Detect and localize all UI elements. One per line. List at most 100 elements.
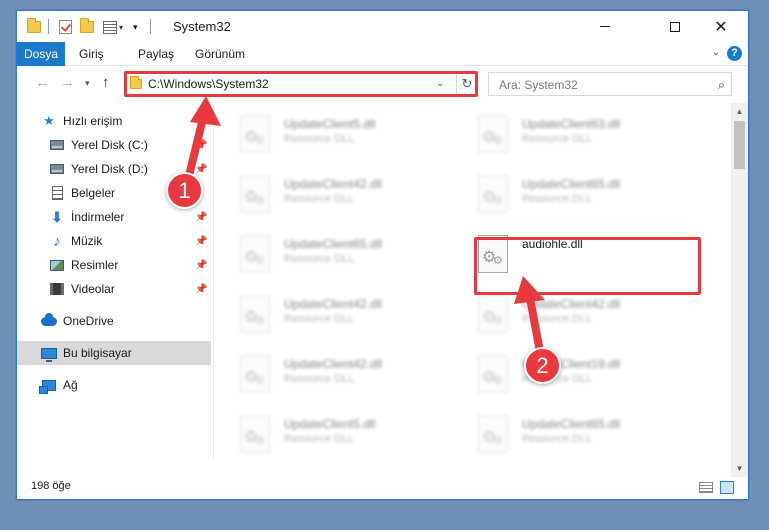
- search-input[interactable]: Ara: System32 ⌕: [488, 72, 732, 96]
- tab-home[interactable]: Giriş: [79, 42, 104, 66]
- videos-icon: [49, 281, 65, 297]
- tab-share[interactable]: Paylaş: [138, 42, 174, 66]
- sidebar-item-onedrive[interactable]: OneDrive: [17, 309, 211, 333]
- sidebar-item-music[interactable]: ♪ Müzik 📌: [17, 229, 211, 253]
- back-arrow-icon[interactable]: ←: [35, 74, 50, 91]
- dll-file-icon: [478, 175, 508, 213]
- file-type: Resource DLL: [284, 193, 355, 205]
- annotation-marker-1: 1: [166, 172, 203, 209]
- window-title: System32: [173, 19, 231, 34]
- sidebar-item-label: OneDrive: [63, 314, 114, 328]
- maximize-button[interactable]: [652, 11, 698, 42]
- file-type: Resource DLL: [522, 193, 593, 205]
- sidebar-item-videos[interactable]: Videolar 📌: [17, 277, 211, 301]
- file-highlight-box: [474, 237, 701, 295]
- sidebar-item-pictures[interactable]: Resimler 📌: [17, 253, 211, 277]
- search-icon[interactable]: ⌕: [718, 77, 725, 93]
- minimize-icon: [600, 26, 610, 27]
- dll-file-icon: [478, 355, 508, 393]
- dll-file-icon: [240, 175, 270, 213]
- pin-icon[interactable]: 📌: [195, 212, 207, 223]
- documents-icon: [49, 185, 65, 201]
- drive-icon: [49, 161, 65, 177]
- tab-file[interactable]: Dosya: [17, 42, 65, 66]
- dll-file-icon: [478, 115, 508, 153]
- file-item[interactable]: UpdateClient5.dll Resource DLL: [214, 409, 436, 459]
- recent-locations-chevron-icon[interactable]: ▾: [85, 78, 90, 89]
- sidebar-item-label: Resimler: [71, 258, 119, 272]
- dll-file-icon: [478, 295, 508, 333]
- sidebar-item-label: İndirmeler: [71, 210, 125, 224]
- pin-icon[interactable]: 📌: [195, 236, 207, 247]
- sidebar-item-quick-access[interactable]: ★ Hızlı erişim: [17, 109, 211, 133]
- star-icon: ★: [43, 113, 55, 128]
- sidebar-item-label: Videolar: [71, 282, 115, 296]
- file-type: Resource DLL: [522, 433, 593, 445]
- up-arrow-icon[interactable]: ↑: [102, 74, 110, 91]
- file-name: UpdateClient42.dll: [522, 297, 621, 311]
- dll-file-icon: [240, 355, 270, 393]
- file-type: Resource DLL: [284, 313, 355, 325]
- ribbon-tabs: Dosya Giriş Paylaş Görünüm ⌄ ?: [17, 42, 748, 66]
- pin-icon[interactable]: 📌: [195, 260, 207, 271]
- dll-file-icon: [240, 235, 270, 273]
- download-icon: ⬇: [51, 208, 63, 225]
- scrollbar-thumb[interactable]: [734, 121, 745, 169]
- network-icon: [39, 377, 57, 394]
- navigation-pane: ★ Hızlı erişim Yerel Disk (C:) 📌 Yerel D…: [17, 103, 213, 459]
- vertical-scrollbar[interactable]: ▲ ▼: [731, 103, 748, 477]
- close-button[interactable]: ✕: [698, 11, 744, 42]
- sidebar-item-network[interactable]: Ağ: [17, 373, 211, 397]
- file-item[interactable]: UpdateClient19.dll Resource DLL: [452, 349, 674, 405]
- file-type: Resource DLL: [284, 133, 355, 145]
- file-name: UpdateClient42.dll: [284, 297, 383, 311]
- file-item[interactable]: UpdateClient42.dll Resource DLL: [214, 349, 436, 405]
- sidebar-item-local-disk-c[interactable]: Yerel Disk (C:) 📌: [17, 133, 211, 157]
- file-name: UpdateClient5.dll: [284, 417, 376, 431]
- help-icon[interactable]: ?: [727, 46, 742, 61]
- quick-access-customize-icon[interactable]: ▾: [103, 18, 123, 36]
- toolbar-separator: [48, 19, 49, 34]
- file-list: UpdateClient5.dll Resource DLL UpdateCli…: [214, 103, 731, 459]
- file-name: UpdateClient65.dll: [522, 177, 621, 191]
- sidebar-item-this-pc[interactable]: Bu bilgisayar: [17, 341, 211, 365]
- file-item[interactable]: UpdateClient65.dll Resource DLL: [452, 169, 674, 225]
- file-item[interactable]: UpdateClient5.dll Resource DLL: [214, 109, 436, 165]
- file-item[interactable]: UpdateClient42.dll Resource DLL: [452, 289, 674, 345]
- new-folder-icon[interactable]: [80, 18, 94, 36]
- this-pc-icon: [41, 345, 57, 362]
- scroll-down-arrow-icon[interactable]: ▼: [731, 460, 748, 477]
- file-name: UpdateClient65.dll: [284, 237, 383, 251]
- pin-icon[interactable]: 📌: [195, 140, 207, 151]
- quick-access-dropdown-icon[interactable]: ▾: [133, 18, 138, 36]
- forward-arrow-icon[interactable]: →: [60, 74, 75, 91]
- address-highlight-box: [124, 71, 478, 97]
- sidebar-item-label: Bu bilgisayar: [63, 346, 132, 360]
- dll-file-icon: [478, 415, 508, 453]
- file-name: UpdateClient65.dll: [522, 417, 621, 431]
- file-type: Resource DLL: [284, 253, 355, 265]
- title-bar: ▾ ▾ System32 ✕: [17, 11, 748, 42]
- ribbon-expand-chevron-icon[interactable]: ⌄: [712, 47, 720, 58]
- title-separator: [150, 19, 151, 34]
- maximize-icon: [670, 21, 680, 32]
- navigation-bar: ← → ▾ ↑ C:\Windows\System32 ⌄ ↻ Ara: Sys…: [17, 67, 748, 101]
- details-view-icon[interactable]: [699, 482, 713, 493]
- scroll-up-arrow-icon[interactable]: ▲: [731, 103, 748, 120]
- pictures-icon: [49, 257, 65, 273]
- quick-access-folder-icon[interactable]: [27, 18, 41, 36]
- pin-icon[interactable]: 📌: [195, 284, 207, 295]
- sidebar-item-label: Yerel Disk (D:): [71, 162, 148, 176]
- file-item[interactable]: UpdateClient65.dll Resource DLL: [452, 409, 674, 459]
- file-item[interactable]: UpdateClient42.dll Resource DLL: [214, 289, 436, 345]
- file-item[interactable]: UpdateClient63.dll Resource DLL: [452, 109, 674, 165]
- tab-view[interactable]: Görünüm: [195, 42, 245, 66]
- pin-icon[interactable]: 📌: [195, 164, 207, 175]
- properties-check-icon[interactable]: [59, 18, 72, 36]
- dll-file-icon: [240, 415, 270, 453]
- sidebar-item-label: Belgeler: [71, 186, 116, 200]
- file-item[interactable]: UpdateClient42.dll Resource DLL: [214, 169, 436, 225]
- large-icons-view-icon[interactable]: [720, 481, 734, 494]
- file-item[interactable]: UpdateClient65.dll Resource DLL: [214, 229, 436, 285]
- minimize-button[interactable]: [582, 11, 628, 42]
